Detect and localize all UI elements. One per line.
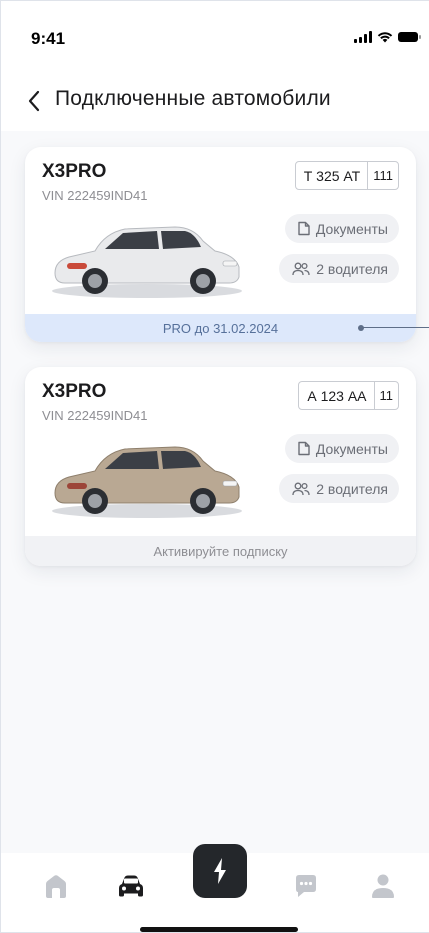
users-icon xyxy=(292,482,310,495)
chevron-left-icon xyxy=(28,90,40,112)
tab-bar xyxy=(1,844,429,932)
car-model: X3PRO xyxy=(42,381,107,402)
license-plate: А 123 АА 11 xyxy=(298,381,399,410)
documents-label: Документы xyxy=(315,220,388,237)
annotation-dot xyxy=(358,325,364,331)
home-icon xyxy=(46,875,66,898)
plate-region: 11 xyxy=(373,382,399,409)
drivers-button[interactable]: 2 водителя xyxy=(279,474,399,503)
car-model: X3PRO xyxy=(42,161,107,182)
car-image xyxy=(52,446,242,518)
tab-cars[interactable] xyxy=(113,871,149,901)
users-icon xyxy=(292,262,310,275)
brand-logo-icon xyxy=(214,858,226,884)
car-vin: VIN 222459IND41 xyxy=(42,408,148,423)
car-image xyxy=(52,226,242,298)
battery-icon xyxy=(398,32,421,42)
screen: 9:41 Подключенные автомобили X3PRO VIN 2… xyxy=(0,0,429,933)
car-vin: VIN 222459IND41 xyxy=(42,188,148,203)
drivers-button[interactable]: 2 водителя xyxy=(279,254,399,283)
wifi-icon xyxy=(377,32,393,43)
car-icon xyxy=(119,875,143,897)
car-card[interactable]: X3PRO VIN 222459IND41 А 123 АА 11 Докуме… xyxy=(25,367,416,566)
subscription-status[interactable]: Активируйте подписку xyxy=(25,536,416,566)
documents-label: Документы xyxy=(315,440,388,457)
documents-button[interactable]: Документы xyxy=(284,434,399,463)
tab-home[interactable] xyxy=(38,871,74,901)
back-button[interactable] xyxy=(21,87,47,115)
document-icon xyxy=(298,221,310,236)
signal-icon xyxy=(354,31,372,43)
documents-button[interactable]: Документы xyxy=(284,214,399,243)
tab-chat[interactable] xyxy=(288,871,324,901)
page-title: Подключенные автомобили xyxy=(55,87,331,110)
status-time: 9:41 xyxy=(31,29,66,48)
status-bar: 9:41 xyxy=(1,1,429,73)
plate-number: А 123 АА xyxy=(307,387,367,404)
annotation-line xyxy=(363,327,429,328)
car-card[interactable]: X3PRO VIN 222459IND41 Т 325 АТ 111 Докум… xyxy=(25,147,416,342)
home-indicator[interactable] xyxy=(140,927,298,932)
tab-profile[interactable] xyxy=(365,871,401,901)
plate-region: 111 xyxy=(367,162,398,189)
license-plate: Т 325 АТ 111 xyxy=(294,161,399,190)
document-icon xyxy=(298,441,310,456)
status-icons xyxy=(354,31,421,43)
profile-icon xyxy=(372,874,394,898)
header: Подключенные автомобили xyxy=(1,73,429,131)
drivers-label: 2 водителя xyxy=(316,480,388,497)
tab-brand[interactable] xyxy=(193,844,247,898)
plate-number: Т 325 АТ xyxy=(303,167,361,184)
drivers-label: 2 водителя xyxy=(316,260,388,277)
chat-icon xyxy=(296,875,316,897)
